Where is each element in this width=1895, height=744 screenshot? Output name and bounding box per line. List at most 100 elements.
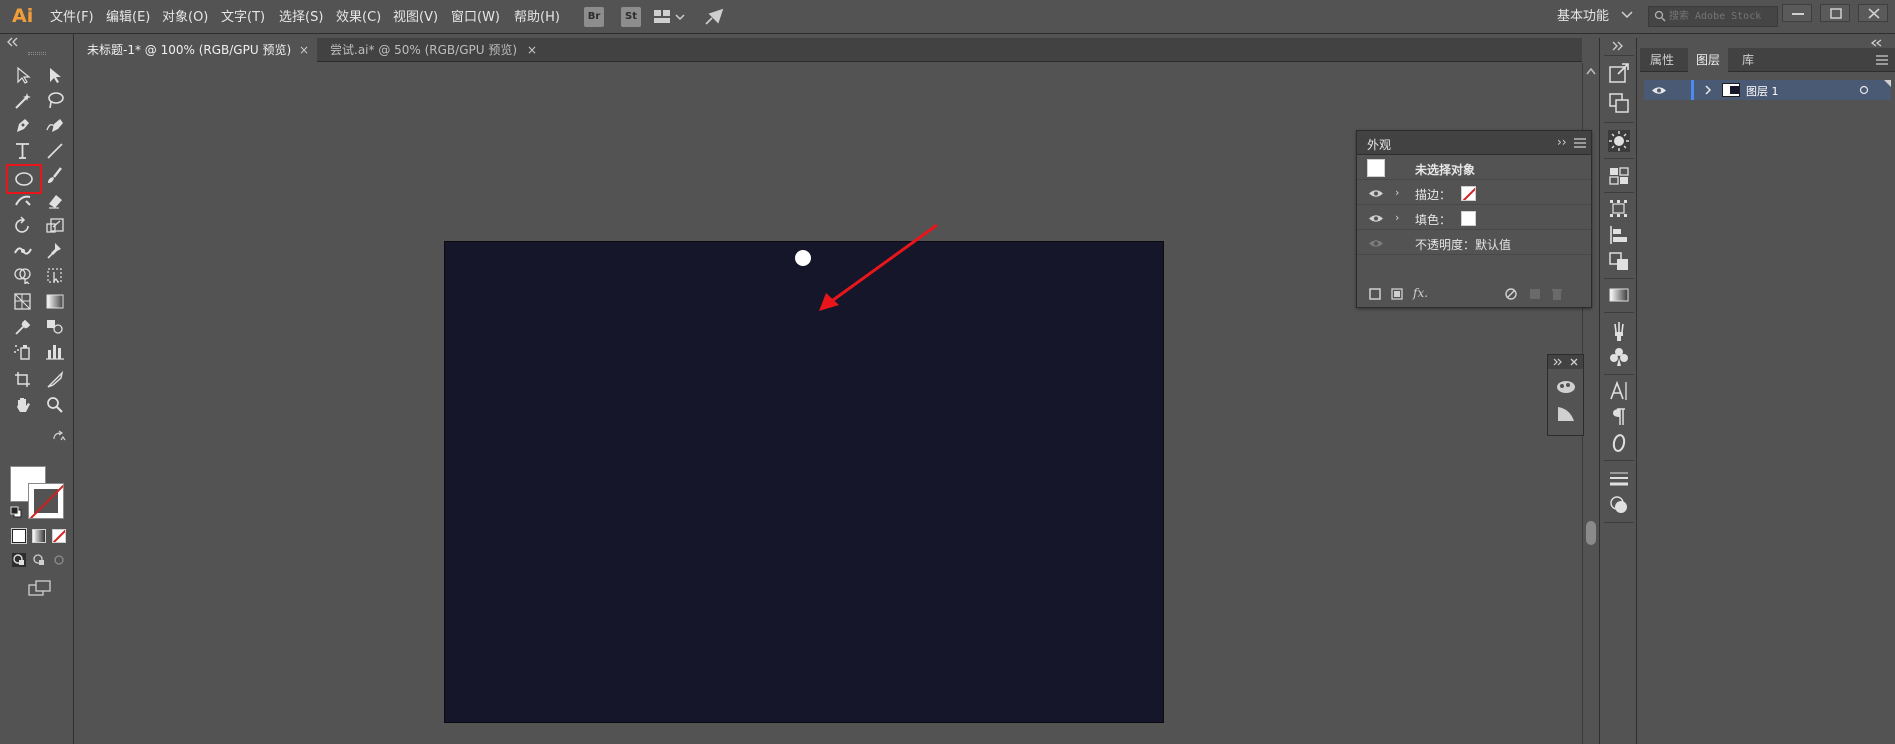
pen-tool[interactable] — [10, 114, 36, 136]
artboard-tool[interactable] — [10, 368, 36, 390]
minimize-button[interactable] — [1782, 4, 1812, 22]
add-fill-icon[interactable] — [1391, 288, 1403, 300]
artboard[interactable] — [444, 241, 1164, 723]
stroke-swatch[interactable] — [28, 483, 64, 519]
blend-tool[interactable] — [42, 315, 68, 337]
perspective-grid-tool[interactable] — [10, 290, 36, 312]
arrange-documents-icon[interactable] — [654, 9, 688, 25]
puppet-warp-tool[interactable] — [42, 239, 68, 261]
white-ellipse-shape[interactable] — [795, 250, 811, 266]
ellipse-tool[interactable] — [11, 168, 37, 190]
curvature-tool[interactable] — [42, 114, 68, 136]
layer-row[interactable]: 图层 1 — [1644, 80, 1891, 100]
scroll-thumb[interactable] — [1586, 521, 1596, 545]
shape-builder-tool[interactable] — [10, 264, 36, 286]
expand-panel-icon[interactable]: ›› — [1557, 135, 1567, 149]
width-tool[interactable] — [10, 239, 36, 261]
color-mode-button[interactable] — [11, 528, 27, 544]
transform-icon[interactable] — [1608, 92, 1630, 114]
align-icon[interactable] — [1608, 198, 1630, 220]
appearance-stroke-row[interactable]: › 描边： — [1357, 181, 1591, 205]
appearance-fill-row[interactable]: › 填色： — [1357, 206, 1591, 230]
fill-color-swatch[interactable] — [1461, 211, 1476, 226]
graphic-styles-icon[interactable] — [1608, 164, 1630, 186]
document-tab-test-ai[interactable]: 尝试.ai* @ 50% (RGB/GPU 预览) × — [320, 38, 545, 62]
scroll-up-icon[interactable] — [1586, 67, 1596, 75]
panel-menu-icon[interactable] — [1876, 55, 1888, 65]
lasso-tool[interactable] — [42, 89, 68, 111]
eraser-tool[interactable] — [42, 189, 68, 211]
close-tab-icon[interactable]: × — [527, 38, 537, 62]
close-window-button[interactable] — [1858, 4, 1888, 22]
type-tool[interactable] — [10, 139, 36, 161]
menu-object[interactable]: 对象(O) — [162, 9, 208, 27]
gpu-performance-icon[interactable] — [704, 8, 724, 26]
stroke-panel-icon[interactable] — [1608, 468, 1630, 490]
rotate-tool[interactable] — [10, 214, 36, 236]
menu-select[interactable]: 选择(S) — [279, 9, 323, 27]
paragraph-icon[interactable] — [1608, 406, 1630, 428]
paintbrush-tool[interactable] — [42, 164, 68, 186]
direct-selection-tool[interactable] — [42, 64, 68, 86]
eye-icon[interactable] — [1369, 189, 1383, 198]
scale-tool[interactable] — [42, 214, 68, 236]
bridge-button[interactable]: Br — [584, 7, 604, 27]
symbols-club-icon[interactable] — [1608, 346, 1630, 368]
eyedropper-tool[interactable] — [10, 315, 36, 337]
none-mode-button[interactable] — [52, 529, 66, 543]
stock-search-input[interactable] — [1669, 8, 1775, 25]
appearance-opacity-row[interactable]: 不透明度：默认值 — [1357, 231, 1591, 255]
mini-panel-header[interactable] — [1548, 355, 1583, 369]
screen-mode-icon[interactable] — [28, 579, 52, 597]
collapse-panel-icon[interactable] — [1870, 39, 1884, 47]
draw-normal-icon[interactable] — [12, 553, 26, 567]
clear-appearance-icon[interactable] — [1505, 288, 1517, 300]
hand-tool[interactable] — [10, 393, 36, 415]
menu-effect[interactable]: 效果(C) — [336, 9, 381, 27]
draw-inside-icon[interactable] — [52, 553, 66, 567]
magic-wand-tool[interactable] — [10, 89, 36, 111]
slice-tool[interactable] — [42, 368, 68, 390]
collapse-panel-icon[interactable] — [6, 37, 20, 47]
default-fill-stroke-icon[interactable] — [10, 506, 22, 518]
column-graph-tool[interactable] — [42, 340, 68, 362]
document-tab-untitled[interactable]: 未标题-1* @ 100% (RGB/GPU 预览) × — [77, 38, 317, 62]
swap-fill-stroke-icon[interactable] — [52, 430, 66, 442]
tab-properties[interactable]: 属性 — [1642, 48, 1682, 72]
menu-view[interactable]: 视图(V) — [393, 9, 438, 27]
stock-search-box[interactable] — [1648, 6, 1778, 27]
tab-layers[interactable]: 图层 — [1688, 48, 1729, 72]
draw-behind-icon[interactable] — [32, 553, 46, 567]
close-icon[interactable] — [1570, 358, 1578, 366]
eye-icon[interactable] — [1652, 86, 1666, 95]
line-segment-tool[interactable] — [42, 139, 68, 161]
close-tab-icon[interactable]: × — [299, 38, 309, 62]
shaper-tool[interactable] — [10, 189, 36, 211]
appearance-sun-icon[interactable] — [1608, 130, 1630, 152]
transparency-icon[interactable] — [1608, 494, 1630, 516]
add-stroke-icon[interactable] — [1369, 288, 1381, 300]
brushes-icon[interactable] — [1608, 320, 1630, 342]
zoom-tool[interactable] — [42, 393, 68, 415]
symbols-icon[interactable] — [1556, 377, 1576, 395]
symbol-sprayer-tool[interactable] — [10, 340, 36, 362]
maximize-button[interactable] — [1820, 4, 1850, 22]
menu-window[interactable]: 窗口(W) — [451, 9, 500, 27]
tab-libraries[interactable]: 库 — [1734, 48, 1762, 72]
add-effect-icon[interactable]: fx. — [1413, 286, 1428, 300]
export-icon[interactable] — [1608, 62, 1630, 84]
free-transform-tool[interactable] — [42, 264, 68, 286]
chevron-right-icon[interactable] — [1704, 85, 1712, 95]
stroke-color-swatch[interactable] — [1461, 186, 1476, 201]
pathfinder-icon[interactable] — [1608, 250, 1630, 272]
expand-dock-icon[interactable] — [1612, 41, 1626, 51]
align-left-icon[interactable] — [1608, 224, 1630, 246]
menu-edit[interactable]: 编辑(E) — [106, 9, 150, 27]
gradient-mode-button[interactable] — [32, 529, 46, 543]
opentype-icon[interactable] — [1608, 432, 1630, 454]
character-icon[interactable] — [1608, 380, 1630, 402]
workspace-switcher[interactable]: 基本功能 — [1557, 7, 1633, 27]
layer-target-icon[interactable] — [1859, 85, 1869, 95]
chevron-right-icon[interactable]: › — [1395, 211, 1399, 224]
stock-button[interactable]: St — [621, 7, 641, 27]
